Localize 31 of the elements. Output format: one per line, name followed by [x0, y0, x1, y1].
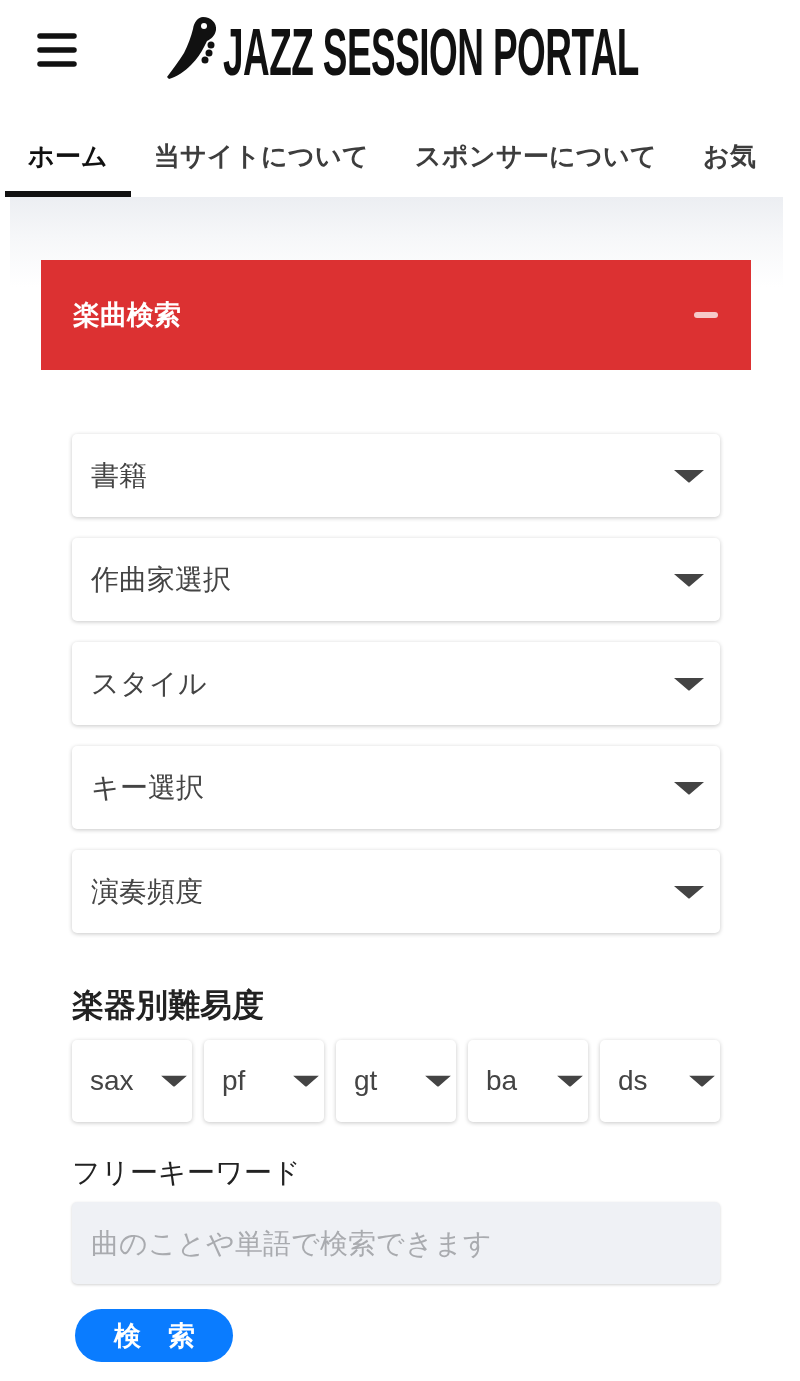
field-label: フリーキーワード [72, 1155, 302, 1191]
site-title: JAZZ SESSION PORTAL [223, 22, 639, 82]
instrument-select[interactable]: ds [600, 1040, 720, 1122]
instrument-select[interactable]: gt [336, 1040, 456, 1122]
caret-icon [673, 468, 705, 483]
instrument-select[interactable]: sax [72, 1040, 192, 1122]
accordion-header[interactable]: 楽曲検索 [41, 260, 751, 370]
nav-tab[interactable]: スポンサーについて [392, 100, 680, 197]
caret-icon [673, 572, 705, 587]
caret-icon [424, 1075, 452, 1087]
caret-icon [688, 1075, 716, 1087]
instrument-select[interactable]: pf [204, 1040, 324, 1122]
dropdown-select[interactable]: 作曲家選択 [72, 538, 720, 621]
caret-icon [292, 1075, 320, 1087]
caret-icon [673, 780, 705, 795]
dropdown-select[interactable]: キー選択 [72, 746, 720, 829]
logo-icon [167, 17, 217, 79]
caret-icon [160, 1075, 188, 1087]
menu-icon[interactable] [37, 33, 77, 67]
nav-tab[interactable]: お気 [680, 100, 779, 197]
nav-tab[interactable]: 当サイトについて [131, 100, 392, 197]
caret-icon [556, 1075, 584, 1087]
dropdown-select[interactable]: 書籍 [72, 434, 720, 517]
keyword-input[interactable]: 曲のことや単語で検索できます [72, 1202, 720, 1284]
caret-icon [673, 884, 705, 899]
search-button[interactable]: 検 索 [75, 1309, 233, 1362]
instrument-select[interactable]: ba [468, 1040, 588, 1122]
caret-icon [673, 676, 705, 691]
dropdown-select[interactable]: スタイル [72, 642, 720, 725]
section-heading: 楽器別難易度 [72, 985, 265, 1025]
dropdown-select[interactable]: 演奏頻度 [72, 850, 720, 933]
